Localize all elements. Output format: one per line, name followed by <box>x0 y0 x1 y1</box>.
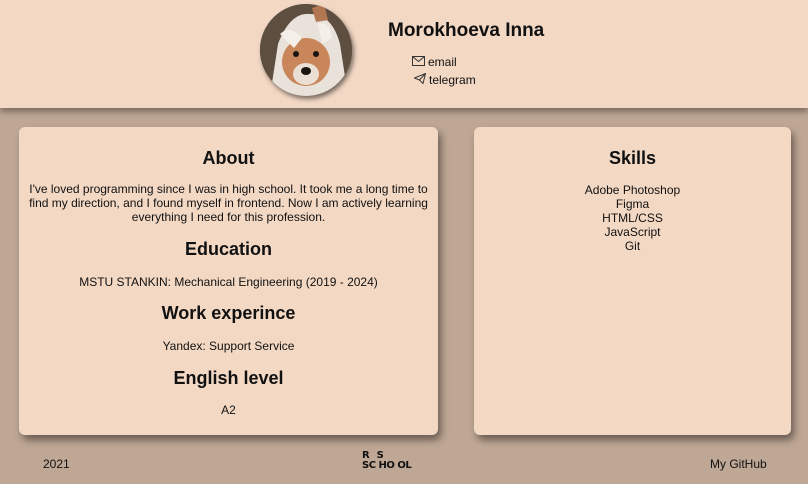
telegram-icon <box>413 72 427 87</box>
email-link[interactable]: email <box>412 55 457 69</box>
header: Morokhoeva Inna email telegram <box>0 0 808 108</box>
work-text: Yandex: Support Service <box>162 339 295 353</box>
telegram-label: telegram <box>429 73 476 87</box>
about-heading: About <box>202 148 255 168</box>
email-label: email <box>428 55 457 69</box>
envelope-icon <box>412 55 425 69</box>
footer-year: 2021 <box>43 457 70 471</box>
work-heading: Work experince <box>161 303 296 323</box>
avatar <box>260 4 352 96</box>
about-card: About I've loved programming since I was… <box>19 127 438 435</box>
skills-card: Skills Adobe Photoshop Figma HTML/CSS Ja… <box>474 127 791 435</box>
rs-school-logo[interactable]: R S SC HO OL <box>362 451 420 475</box>
english-text: A2 <box>221 403 236 417</box>
skills-list: Adobe Photoshop Figma HTML/CSS JavaScrip… <box>474 183 791 253</box>
education-heading: Education <box>184 239 272 259</box>
skills-heading: Skills <box>608 148 657 168</box>
telegram-link[interactable]: telegram <box>413 72 476 87</box>
dog-photo-image <box>260 4 352 96</box>
skill-item: Figma <box>615 197 650 211</box>
english-heading: English level <box>173 368 284 388</box>
skill-item: HTML/CSS <box>602 211 663 225</box>
skill-item: Adobe Photoshop <box>584 183 681 197</box>
skill-item: JavaScript <box>604 225 661 239</box>
github-link[interactable]: My GitHub <box>710 457 767 471</box>
education-text: MSTU STANKIN: Mechanical Engineering (20… <box>79 275 378 289</box>
profile-name: Morokhoeva Inna <box>388 20 545 41</box>
skill-item: Git <box>624 239 641 253</box>
about-text: I've loved programming since I was in hi… <box>29 182 428 224</box>
logo-line-2: SC HO OL <box>362 460 412 471</box>
